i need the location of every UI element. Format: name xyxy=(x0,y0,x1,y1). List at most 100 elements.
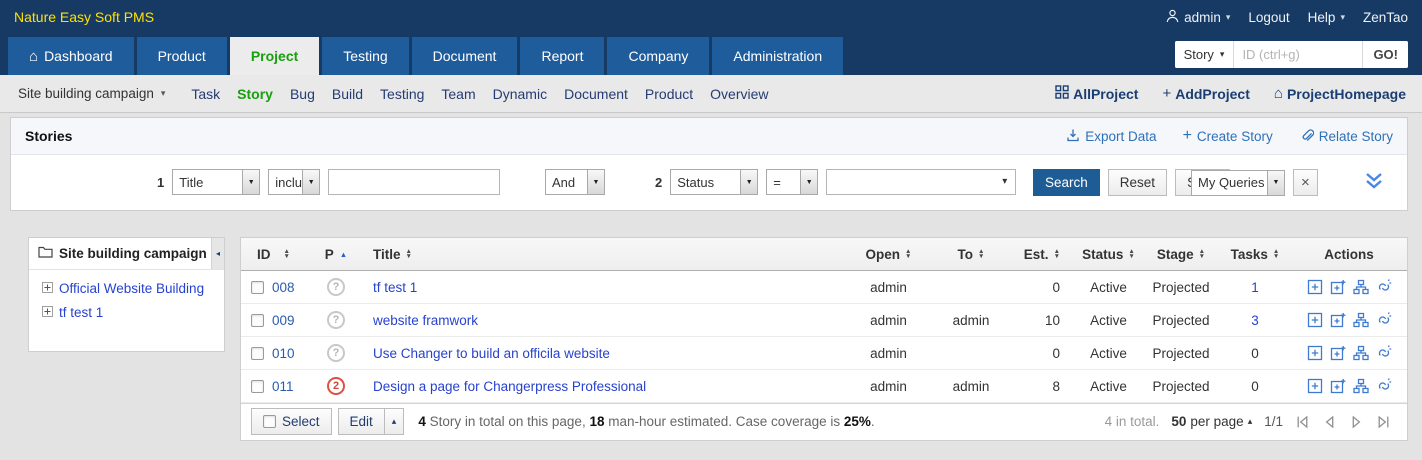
tab-document[interactable]: Document xyxy=(411,37,518,75)
story-title-link[interactable]: website framwork xyxy=(373,313,478,328)
filter-value-input-1[interactable] xyxy=(328,169,501,195)
andor-select[interactable]: And ▼ xyxy=(545,169,605,195)
edit-dropdown-button[interactable]: ▴ xyxy=(383,408,405,435)
last-page-button[interactable] xyxy=(1376,415,1391,429)
row-checkbox[interactable] xyxy=(251,280,264,294)
subnav-dynamic[interactable]: Dynamic xyxy=(493,86,547,102)
column-header-to[interactable]: To ▲ ▼ xyxy=(931,238,1011,270)
module-link[interactable]: tf test 1 xyxy=(59,305,103,320)
field-select-2[interactable]: Status ▼ xyxy=(670,169,759,195)
subnav-testing[interactable]: Testing xyxy=(380,86,424,102)
story-id-link[interactable]: 009 xyxy=(272,313,295,328)
subnav-team[interactable]: Team xyxy=(441,86,475,102)
tab-report[interactable]: Report xyxy=(520,37,605,75)
subnav-bug[interactable]: Bug xyxy=(290,86,315,102)
column-header-tasks[interactable]: Tasks ▲ ▼ xyxy=(1221,238,1289,270)
next-page-button[interactable] xyxy=(1349,415,1364,429)
relate-story-link[interactable]: Relate Story xyxy=(1299,128,1393,145)
prev-page-button[interactable] xyxy=(1322,415,1337,429)
story-title-link[interactable]: tf test 1 xyxy=(373,280,417,295)
tab-administration[interactable]: Administration xyxy=(712,37,844,75)
expand-icon[interactable] xyxy=(42,281,53,296)
subnav-product[interactable]: Product xyxy=(645,86,693,102)
tab-testing[interactable]: Testing xyxy=(322,37,409,75)
tab-company[interactable]: Company xyxy=(607,37,710,75)
column-header-stage[interactable]: Stage ▲ ▼ xyxy=(1141,238,1221,270)
column-header-priority[interactable]: P ▲ xyxy=(311,238,361,270)
create-story-link[interactable]: + Create Story xyxy=(1183,128,1273,144)
column-header-title[interactable]: Title ▲ ▼ xyxy=(361,238,846,270)
select-all-button[interactable]: Select xyxy=(251,408,332,435)
tasks-count-link[interactable]: 0 xyxy=(1251,379,1259,394)
column-header-open[interactable]: Open ▲ ▼ xyxy=(846,238,931,270)
batch-create-task-icon[interactable] xyxy=(1330,378,1346,394)
tasks-count-link[interactable]: 0 xyxy=(1251,346,1259,361)
project-switcher[interactable]: Site building campaign ▾ xyxy=(18,86,165,101)
my-queries-select[interactable]: My Queries ▼ xyxy=(1191,169,1285,196)
subnav-document[interactable]: Document xyxy=(564,86,628,102)
operator-select-2[interactable]: = ▼ xyxy=(766,169,819,195)
tasks-count-link[interactable]: 1 xyxy=(1251,280,1259,295)
logout-link[interactable]: Logout xyxy=(1248,10,1289,25)
subdivide-story-icon[interactable] xyxy=(1352,312,1369,328)
unlink-story-icon[interactable] xyxy=(1376,345,1392,361)
select-all-checkbox[interactable] xyxy=(263,415,276,428)
subnav-overview[interactable]: Overview xyxy=(710,86,768,102)
export-data-link[interactable]: Export Data xyxy=(1066,128,1157,145)
search-button[interactable]: Search xyxy=(1033,169,1100,196)
story-id-link[interactable]: 008 xyxy=(272,280,295,295)
column-header-id[interactable]: ID ▲ ▼ xyxy=(241,238,311,270)
row-checkbox[interactable] xyxy=(251,313,264,327)
batch-create-task-icon[interactable] xyxy=(1330,312,1346,328)
module-link[interactable]: Official Website Building xyxy=(59,281,204,296)
user-menu[interactable]: admin ▾ xyxy=(1166,9,1230,26)
column-header-est[interactable]: Est. ▲ ▼ xyxy=(1011,238,1076,270)
batch-create-task-icon[interactable] xyxy=(1330,279,1346,295)
create-task-icon[interactable] xyxy=(1307,279,1323,295)
reset-button[interactable]: Reset xyxy=(1107,169,1168,196)
create-task-icon[interactable] xyxy=(1307,312,1323,328)
subnav-story[interactable]: Story xyxy=(237,86,273,102)
field-select-1[interactable]: Title ▼ xyxy=(172,169,261,195)
story-title-link[interactable]: Design a page for Changerpress Professio… xyxy=(373,379,646,394)
global-search-input[interactable] xyxy=(1234,41,1363,68)
per-page-dropdown[interactable]: 50 per page ▴ xyxy=(1171,414,1252,429)
row-checkbox[interactable] xyxy=(251,346,264,360)
all-project-link[interactable]: AllProject xyxy=(1055,85,1138,102)
project-homepage-link[interactable]: ⌂ ProjectHomepage xyxy=(1274,85,1406,102)
unlink-story-icon[interactable] xyxy=(1376,312,1392,328)
subdivide-story-icon[interactable] xyxy=(1352,279,1369,295)
batch-create-task-icon[interactable] xyxy=(1330,345,1346,361)
tasks-count-link[interactable]: 3 xyxy=(1251,313,1259,328)
expand-icon[interactable] xyxy=(42,305,53,320)
create-task-icon[interactable] xyxy=(1307,378,1323,394)
subnav-task[interactable]: Task xyxy=(191,86,220,102)
story-id-link[interactable]: 011 xyxy=(272,379,294,394)
tab-project[interactable]: Project xyxy=(229,37,320,75)
close-filter-button[interactable]: × xyxy=(1293,169,1318,196)
story-title-link[interactable]: Use Changer to build an officila website xyxy=(373,346,610,361)
zentao-link[interactable]: ZenTao xyxy=(1363,10,1408,25)
add-project-link[interactable]: + AddProject xyxy=(1162,85,1249,102)
sidebar-collapse-handle[interactable]: ◂ xyxy=(211,238,224,269)
tab-product[interactable]: Product xyxy=(136,37,227,75)
filter-value-combo-2[interactable]: ▾ xyxy=(826,169,1017,195)
help-menu[interactable]: Help ▾ xyxy=(1308,10,1345,25)
edit-button[interactable]: Edit xyxy=(337,408,384,435)
operator-select-1[interactable]: includir ▼ xyxy=(268,169,321,195)
row-checkbox[interactable] xyxy=(251,379,264,393)
unlink-story-icon[interactable] xyxy=(1376,279,1392,295)
tab-dashboard[interactable]: ⌂ Dashboard xyxy=(8,37,134,75)
subdivide-story-icon[interactable] xyxy=(1352,378,1369,394)
condition-number: 2 xyxy=(655,174,663,190)
go-button[interactable]: GO! xyxy=(1362,41,1408,68)
double-chevron-down-icon[interactable] xyxy=(1363,171,1385,196)
first-page-button[interactable] xyxy=(1295,415,1310,429)
subnav-build[interactable]: Build xyxy=(332,86,363,102)
create-task-icon[interactable] xyxy=(1307,345,1323,361)
search-scope-dropdown[interactable]: Story ▾ xyxy=(1174,41,1235,68)
story-id-link[interactable]: 010 xyxy=(272,346,295,361)
column-header-status[interactable]: Status ▲ ▼ xyxy=(1076,238,1141,270)
subdivide-story-icon[interactable] xyxy=(1352,345,1369,361)
unlink-story-icon[interactable] xyxy=(1376,378,1392,394)
